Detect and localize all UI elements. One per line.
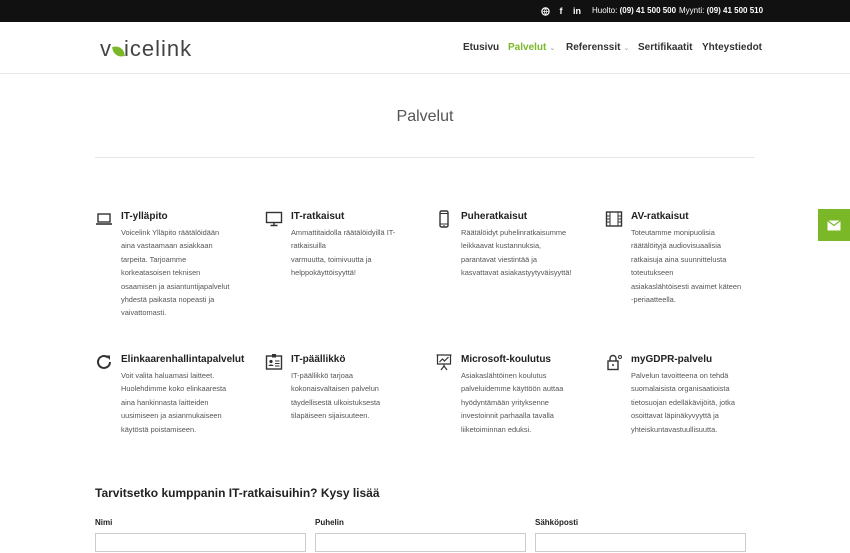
title-divider bbox=[95, 157, 755, 158]
contact-email-button[interactable] bbox=[818, 209, 850, 241]
service-title-puheratkaisut[interactable]: Puheratkaisut bbox=[461, 211, 527, 222]
film-icon bbox=[605, 210, 623, 228]
page-title: Palvelut bbox=[396, 108, 454, 125]
support-label: Huolto: bbox=[592, 6, 618, 15]
globe-icon[interactable] bbox=[540, 5, 550, 17]
logo-text-end: icelink bbox=[124, 36, 193, 61]
monitor-icon bbox=[265, 210, 283, 228]
facebook-icon[interactable]: f bbox=[557, 5, 565, 17]
service-desc-it-ratkaisut: Ammattitaidolla räätälöidyillä IT-ratkai… bbox=[291, 228, 396, 278]
sales-contact[interactable]: Myynti: (09) 41 500 510 bbox=[679, 6, 763, 15]
service-desc-microsoft-koulutus: Asiakaslähtöinen koulutus palveluidemme k… bbox=[461, 371, 564, 434]
form-heading: Tarvitsetko kumppanin IT-ratkaisuihin? K… bbox=[95, 486, 380, 500]
chevron-down-icon: ⌄ bbox=[623, 45, 630, 52]
nav-sertifikaatit[interactable]: Sertifikaatit bbox=[638, 42, 692, 53]
service-title-mygdpr[interactable]: myGDPR-palvelu bbox=[631, 354, 712, 365]
service-title-microsoft-koulutus[interactable]: Microsoft-koulutus bbox=[461, 354, 551, 365]
nav-etusivu[interactable]: Etusivu bbox=[463, 42, 499, 53]
presentation-chart-icon bbox=[435, 353, 453, 371]
service-desc-it-paallikko: IT-päällikkö tarjoaa kokonaisvaltaisen pa… bbox=[291, 371, 381, 421]
top-bar: f in Huolto: (09) 41 500 500 Myynti: (09… bbox=[0, 0, 850, 22]
voicelink-logo[interactable]: v icelink bbox=[100, 36, 193, 61]
nav-referenssit[interactable]: Referenssit ⌄ bbox=[566, 42, 629, 53]
service-title-av-ratkaisut[interactable]: AV-ratkaisut bbox=[631, 211, 689, 222]
site-header: v icelink Etusivu Palvelut ⌄ Referenssit ⌄ … bbox=[0, 22, 850, 74]
nav-yhteystiedot[interactable]: Yhteystiedot bbox=[702, 42, 762, 53]
smartphone-icon bbox=[435, 210, 453, 228]
service-desc-mygdpr: Palvelun tavoitteena on tehdä suomalaisis… bbox=[631, 371, 735, 434]
nav-palvelut[interactable]: Palvelut ⌄ bbox=[508, 42, 555, 53]
laptop-icon bbox=[95, 210, 113, 228]
service-desc-it-yllapito: Voicelink Ylläpito räätälöidään aina vast… bbox=[121, 228, 230, 318]
service-title-elinkaarenhallinta[interactable]: Elinkaarenhallintapalvelut bbox=[121, 354, 244, 365]
logo-text-start: v bbox=[100, 36, 112, 61]
name-input[interactable] bbox=[95, 533, 306, 552]
service-title-it-yllapito[interactable]: IT-ylläpito bbox=[121, 211, 168, 222]
service-desc-av-ratkaisut: Toteutamme monipuolisia räätälöityjä audi… bbox=[631, 228, 742, 305]
sales-phone[interactable]: (09) 41 500 510 bbox=[707, 6, 764, 15]
service-title-it-paallikko[interactable]: IT-päällikkö bbox=[291, 354, 345, 365]
support-contact[interactable]: Huolto: (09) 41 500 500 bbox=[592, 6, 676, 15]
lock-icon bbox=[605, 353, 623, 371]
phone-label: Puhelin bbox=[315, 518, 344, 527]
leaf-icon bbox=[112, 45, 125, 58]
name-label: Nimi bbox=[95, 518, 113, 527]
envelope-icon bbox=[827, 219, 841, 230]
email-input[interactable] bbox=[535, 533, 746, 552]
chevron-down-icon: ⌄ bbox=[549, 45, 556, 52]
email-label: Sähköposti bbox=[535, 518, 579, 527]
refresh-icon bbox=[95, 353, 113, 371]
linkedin-icon[interactable]: in bbox=[572, 5, 582, 17]
service-desc-puheratkaisut: Räätälöidyt puhelinratkaisumme leikkaavat… bbox=[461, 228, 572, 278]
id-card-icon bbox=[265, 353, 283, 371]
service-title-it-ratkaisut[interactable]: IT-ratkaisut bbox=[291, 211, 344, 222]
phone-input[interactable] bbox=[315, 533, 526, 552]
sales-label: Myynti: bbox=[679, 6, 705, 15]
service-desc-elinkaarenhallinta: Voit valita haluamasi laitteet. Huolehdim… bbox=[121, 371, 227, 434]
support-phone[interactable]: (09) 41 500 500 bbox=[620, 6, 677, 15]
